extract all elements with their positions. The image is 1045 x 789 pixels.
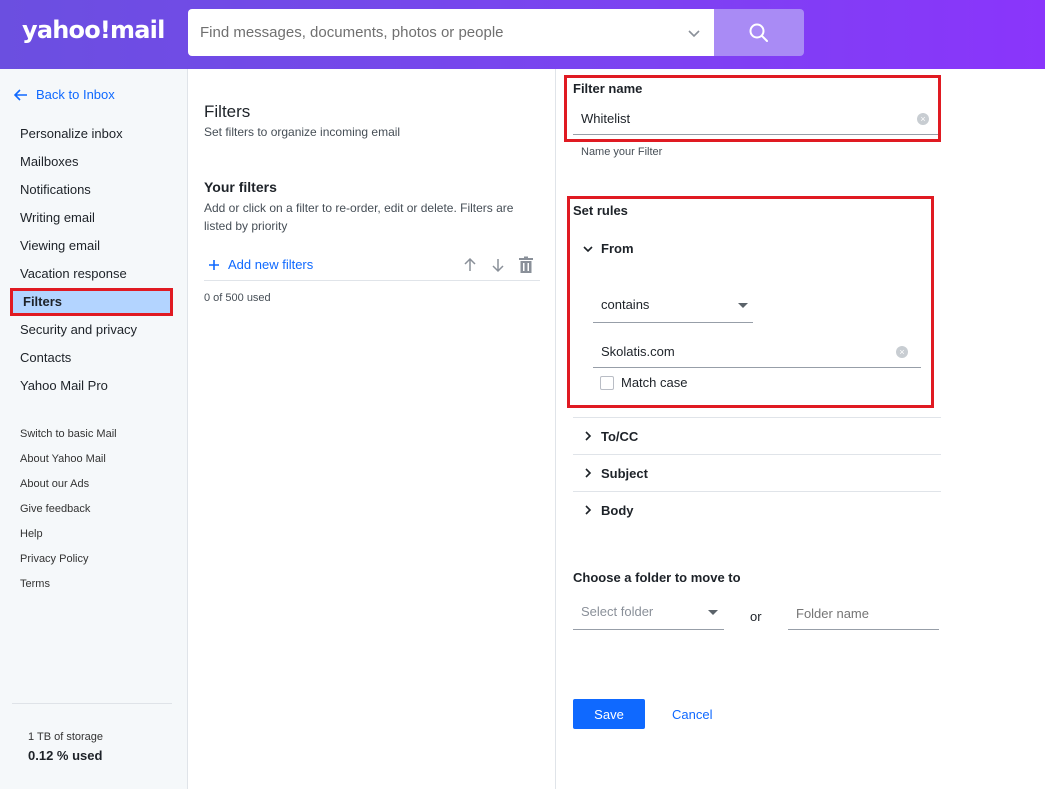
filter-editor: Filter name × Name your Filter Set rules…	[557, 69, 1045, 789]
folder-select[interactable]: Select folder	[573, 597, 724, 630]
match-case-label: Match case	[621, 375, 688, 390]
chevron-down-icon	[583, 245, 593, 252]
add-new-filters-button[interactable]: Add new filters	[208, 257, 313, 272]
sidebar-item-mailboxes[interactable]: Mailboxes	[0, 148, 188, 176]
sidebar-item-contacts[interactable]: Contacts	[0, 344, 188, 372]
add-new-filters-label: Add new filters	[228, 257, 314, 272]
privacy-policy-link[interactable]: Privacy Policy	[20, 547, 117, 572]
folder-name-input[interactable]	[788, 597, 939, 629]
footer-links: Switch to basic Mail About Yahoo Mail Ab…	[20, 422, 117, 597]
about-yahoo-mail-link[interactable]: About Yahoo Mail	[20, 447, 117, 472]
from-condition-value: contains	[601, 297, 650, 312]
search-input[interactable]	[200, 9, 670, 56]
filter-name-label: Filter name	[573, 81, 643, 96]
sidebar-item-security-and-privacy[interactable]: Security and privacy	[0, 316, 188, 344]
chevron-right-icon	[585, 431, 592, 441]
settings-nav: Personalize inbox Mailboxes Notification…	[0, 120, 188, 400]
filter-name-field[interactable]: ×	[573, 103, 938, 135]
rule-subject[interactable]: Subject	[573, 454, 941, 491]
folder-section-label: Choose a folder to move to	[573, 570, 741, 585]
folder-select-placeholder: Select folder	[581, 604, 654, 619]
dropdown-caret-icon	[708, 610, 718, 615]
match-case-checkbox[interactable]	[600, 375, 614, 390]
sidebar-item-viewing-email[interactable]: Viewing email	[0, 232, 188, 260]
header: yahoo!mail	[0, 0, 1045, 69]
switch-to-basic-mail-link[interactable]: Switch to basic Mail	[20, 422, 117, 447]
rule-to-cc-label: To/CC	[601, 428, 639, 444]
arrow-up-icon[interactable]	[462, 257, 478, 273]
filter-usage-count: 0 of 500 used	[204, 292, 271, 304]
sidebar-item-vacation-response[interactable]: Vacation response	[0, 260, 188, 288]
clear-icon[interactable]: ×	[896, 346, 908, 358]
rule-body-label: Body	[601, 502, 634, 518]
help-link[interactable]: Help	[20, 522, 117, 547]
yahoo-mail-logo[interactable]: yahoo!mail	[22, 16, 165, 44]
divider	[12, 703, 172, 704]
save-button[interactable]: Save	[573, 699, 645, 729]
rule-subject-label: Subject	[601, 465, 648, 481]
chevron-right-icon	[585, 505, 592, 515]
clear-icon[interactable]: ×	[917, 113, 929, 125]
chevron-down-icon[interactable]	[686, 25, 702, 41]
page-title: Filters	[204, 102, 251, 121]
filter-toolbar: Add new filters	[204, 254, 540, 281]
sidebar-item-yahoo-mail-pro[interactable]: Yahoo Mail Pro	[0, 372, 188, 400]
rule-from-label: From	[601, 241, 634, 256]
folder-name-field[interactable]	[788, 597, 939, 630]
back-to-inbox-label: Back to Inbox	[36, 87, 115, 102]
give-feedback-link[interactable]: Give feedback	[20, 497, 117, 522]
trash-icon[interactable]	[517, 256, 535, 274]
your-filters-description: Add or click on a filter to re-order, ed…	[204, 201, 514, 233]
storage-used: 0.12 % used	[28, 748, 103, 763]
filter-name-input[interactable]	[573, 103, 938, 134]
or-separator: or	[750, 609, 762, 624]
filters-list-pane: Filters Set filters to organize incoming…	[188, 69, 556, 789]
from-value-input[interactable]	[593, 336, 921, 367]
search-button[interactable]	[714, 9, 804, 56]
sidebar-item-personalize-inbox[interactable]: Personalize inbox	[0, 120, 188, 148]
back-to-inbox-link[interactable]: Back to Inbox	[14, 87, 115, 102]
from-value-field[interactable]: ×	[593, 336, 921, 368]
sidebar-item-writing-email[interactable]: Writing email	[0, 204, 188, 232]
sidebar-item-filters[interactable]: Filters	[10, 288, 173, 316]
about-our-ads-link[interactable]: About our Ads	[20, 472, 117, 497]
rule-body[interactable]: Body	[573, 491, 941, 528]
your-filters-heading: Your filters	[204, 179, 277, 195]
arrow-left-icon	[14, 88, 27, 101]
settings-sidebar: Back to Inbox Personalize inbox Mailboxe…	[0, 69, 188, 789]
terms-link[interactable]: Terms	[20, 572, 117, 597]
rule-from-header[interactable]: From	[583, 241, 634, 256]
arrow-down-icon[interactable]	[490, 257, 506, 273]
set-rules-label: Set rules	[573, 203, 628, 218]
match-case-option[interactable]: Match case	[600, 375, 687, 390]
page-subtitle: Set filters to organize incoming email	[204, 125, 401, 139]
chevron-right-icon	[585, 468, 592, 478]
storage-capacity: 1 TB of storage	[28, 731, 104, 743]
search-icon	[749, 23, 768, 42]
cancel-button[interactable]: Cancel	[672, 707, 712, 722]
sidebar-item-notifications[interactable]: Notifications	[0, 176, 188, 204]
from-condition-select[interactable]: contains	[593, 290, 753, 323]
dropdown-caret-icon	[738, 303, 748, 308]
search-box[interactable]	[188, 9, 714, 56]
rule-to-cc[interactable]: To/CC	[573, 417, 941, 454]
plus-icon	[209, 259, 219, 270]
filter-name-hint: Name your Filter	[581, 146, 663, 158]
